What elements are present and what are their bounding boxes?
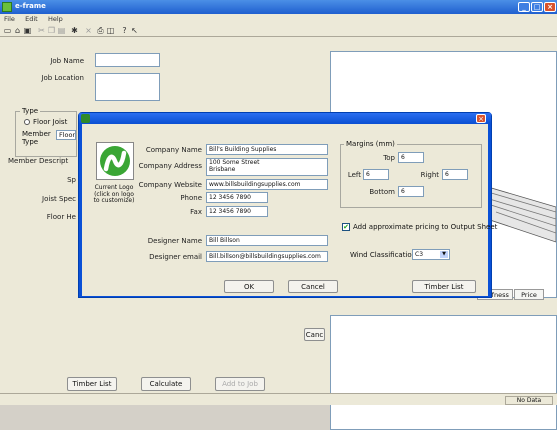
delete-icon[interactable]: × bbox=[84, 26, 93, 35]
save-icon[interactable]: ▣ bbox=[23, 26, 32, 35]
margin-right-label: Right bbox=[420, 171, 439, 179]
wind-classification-label: Wind Classification bbox=[350, 251, 417, 259]
dialog-app-icon bbox=[81, 114, 90, 123]
cancel-button[interactable]: Cancel bbox=[288, 280, 338, 293]
margin-left-label: Left bbox=[347, 171, 361, 179]
menu-edit[interactable]: Edit bbox=[25, 15, 38, 23]
window-title: e-frame bbox=[15, 2, 46, 10]
new-icon[interactable]: ▭ bbox=[3, 26, 12, 35]
status-bar: No Data bbox=[0, 393, 557, 405]
job-location-label: Job Location bbox=[41, 74, 84, 82]
frame-icon[interactable]: ✱ bbox=[70, 26, 79, 35]
designer-email-field[interactable]: Bill.billson@billsbuildingsupplies.com bbox=[206, 251, 328, 262]
company-address-field[interactable]: 100 Some Street Brisbane bbox=[206, 158, 328, 176]
add-to-job-button[interactable]: Add to Job bbox=[215, 377, 265, 391]
margin-top-field[interactable]: 6 bbox=[398, 152, 424, 163]
cut-icon[interactable]: ✂ bbox=[37, 26, 46, 35]
dialog-body: Current Logo (click on logo to customize… bbox=[82, 124, 498, 296]
menu-help[interactable]: Help bbox=[48, 15, 63, 23]
margin-bottom-label: Bottom bbox=[369, 188, 395, 196]
close-button[interactable]: × bbox=[544, 2, 556, 12]
margins-label: Margins (mm) bbox=[344, 140, 397, 148]
title-bar: e-frame _ □ × bbox=[0, 0, 557, 14]
menu-bar: File Edit Help bbox=[0, 14, 557, 24]
company-address-label: Company Address bbox=[138, 162, 202, 170]
margin-left-field[interactable]: 6 bbox=[363, 169, 389, 180]
pricing-checkbox[interactable]: ✔ bbox=[342, 223, 350, 231]
wind-classification-value: C3 bbox=[415, 251, 424, 258]
logo-icon bbox=[100, 146, 130, 176]
company-address-line2: Brisbane bbox=[209, 166, 236, 173]
designer-name-label: Designer Name bbox=[147, 237, 202, 245]
toolbar: ▭ ⌂ ▣ ✂ ❐ ▤ ✱ × ⎙ ◫ ? ↖ bbox=[0, 24, 557, 37]
member-type-select[interactable]: Floor J bbox=[56, 130, 76, 140]
company-logo[interactable] bbox=[96, 142, 134, 180]
margin-top-label: Top bbox=[383, 154, 395, 162]
timber-list-main-button[interactable]: Timber List bbox=[67, 377, 117, 391]
results-panel bbox=[330, 315, 557, 430]
job-name-field[interactable] bbox=[95, 53, 160, 67]
minimize-button[interactable]: _ bbox=[518, 2, 530, 12]
whats-this-icon[interactable]: ↖ bbox=[130, 26, 139, 35]
designer-email-label: Designer email bbox=[149, 253, 202, 261]
app-icon bbox=[2, 2, 12, 12]
help-icon[interactable]: ? bbox=[120, 26, 129, 35]
designer-name-field[interactable]: Bill Billson bbox=[206, 235, 328, 246]
fax-label: Fax bbox=[190, 208, 202, 216]
maximize-button[interactable]: □ bbox=[531, 2, 543, 12]
ok-button[interactable]: OK bbox=[224, 280, 274, 293]
spacing-label: Sp bbox=[67, 176, 76, 184]
fax-field[interactable]: 12 3456 7890 bbox=[206, 206, 268, 217]
job-location-field[interactable] bbox=[95, 73, 160, 101]
print-icon[interactable]: ⎙ bbox=[96, 26, 105, 35]
menu-file[interactable]: File bbox=[4, 15, 15, 23]
joist-spec-label: Joist Spec bbox=[42, 195, 76, 203]
company-details-dialog: × Current Logo (click on logo to customi… bbox=[78, 112, 498, 298]
price-column-header[interactable]: Price bbox=[514, 289, 544, 300]
member-description-label: Member Descript bbox=[8, 157, 69, 165]
status-text: No Data bbox=[505, 396, 553, 405]
floor-joist-radio[interactable] bbox=[24, 119, 30, 125]
preview-icon[interactable]: ◫ bbox=[106, 26, 115, 35]
phone-label: Phone bbox=[180, 194, 202, 202]
pricing-checkbox-label: Add approximate pricing to Output Sheet bbox=[353, 223, 498, 231]
dialog-title-bar: × bbox=[79, 113, 491, 124]
calculate-button[interactable]: Calculate bbox=[141, 377, 191, 391]
open-icon[interactable]: ⌂ bbox=[13, 26, 22, 35]
margin-right-field[interactable]: 6 bbox=[442, 169, 468, 180]
job-name-label: Job Name bbox=[50, 57, 84, 65]
phone-field[interactable]: 12 3456 7890 bbox=[206, 192, 268, 203]
chevron-down-icon[interactable]: ▼ bbox=[440, 251, 448, 258]
floor-joist-label: Floor Joist bbox=[33, 118, 68, 126]
company-address-line1: 100 Some Street bbox=[209, 159, 260, 166]
company-website-field[interactable]: www.billsbuildingsupplies.com bbox=[206, 179, 328, 190]
company-name-field[interactable]: Bill's Building Supplies bbox=[206, 144, 328, 155]
company-name-label: Company Name bbox=[145, 146, 202, 154]
copy-icon[interactable]: ❐ bbox=[47, 26, 56, 35]
wind-classification-select[interactable]: C3 ▼ bbox=[412, 249, 450, 260]
member-type-label: Member Type bbox=[22, 130, 51, 146]
cancel-main-button[interactable]: Canc bbox=[304, 328, 325, 341]
margin-bottom-field[interactable]: 6 bbox=[398, 186, 424, 197]
paste-icon[interactable]: ▤ bbox=[57, 26, 66, 35]
dialog-close-icon[interactable]: × bbox=[476, 114, 486, 123]
company-website-label: Company Website bbox=[138, 181, 202, 189]
type-group-label: Type bbox=[20, 107, 41, 115]
floor-height-label: Floor He bbox=[46, 213, 76, 221]
logo-caption: Current Logo (click on logo to customize… bbox=[93, 184, 135, 204]
timber-list-button[interactable]: Timber List bbox=[412, 280, 476, 293]
